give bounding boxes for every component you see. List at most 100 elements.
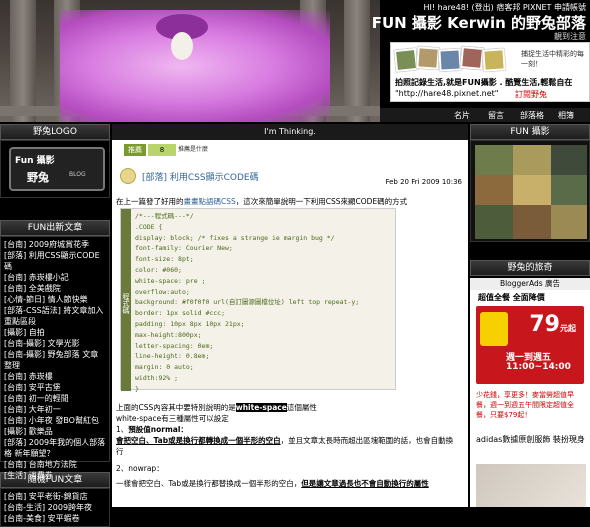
random-posts-list: [台南] 安平老街-錦貨店 [台南-生活] 2009跨年夜 [台南-美食] 安平蝦卷 bbox=[0, 488, 110, 527]
badge-slogan: 捕捉生活中精彩的每一刻！ bbox=[521, 50, 584, 68]
badge-thumbnails bbox=[393, 45, 515, 75]
ad-banner[interactable]: 79元起 週一到週五 11:00~14:00 bbox=[476, 306, 584, 384]
logo-section-title: 野兔LOGO bbox=[0, 124, 110, 140]
header: HI! hare48! (登出) 痞客邦 PIXNET 申請帳號 FUN 攝影 … bbox=[0, 0, 590, 122]
code-line: overflow:auto; bbox=[135, 287, 190, 296]
nav-guestbook[interactable]: 留言 bbox=[488, 110, 504, 121]
intro-text-post: ，這次來簡單說明一下利用CSS來顯CODE碼的方式 bbox=[235, 197, 408, 206]
new-post-link[interactable]: [台南] 初一的輕閒 bbox=[4, 393, 106, 404]
new-post-link[interactable]: [部落] 2009年我的個人部落格 新年願望？ bbox=[4, 437, 106, 459]
ad-text[interactable]: 少花錢，享更多！麥當勞超值早餐，週一到週五午間限定超值全餐，只要$79起！ bbox=[476, 390, 586, 420]
code-line: white-space: pre ; bbox=[135, 276, 206, 285]
header-banner-photo bbox=[0, 0, 380, 122]
code-line: display: block; /* fixes a strange ie ma… bbox=[135, 233, 335, 242]
new-post-link[interactable]: [台南] 安平古堡 bbox=[4, 382, 106, 393]
nav-blog[interactable]: 部落格 bbox=[520, 110, 544, 121]
code-line: margin: 0 auto; bbox=[135, 363, 194, 372]
body-line-3: 1、預設值normal： bbox=[116, 425, 188, 434]
body-line-5: 2、nowrap： bbox=[116, 464, 164, 473]
logo-box: Fun 攝影 野兔 BLOG bbox=[0, 140, 110, 198]
logo-blog-text: BLOG bbox=[69, 171, 86, 178]
new-post-link[interactable]: [部落-CSS語法] 將文章加入重點區段 bbox=[4, 305, 106, 327]
ad-box[interactable]: BloggerAds 廣告 超值全餐 全面降價 79元起 週一到週五 11:00… bbox=[470, 278, 590, 507]
code-line: line-height: 0.8em; bbox=[135, 352, 210, 361]
left-sidebar: 野兔LOGO Fun 攝影 野兔 BLOG FUN出新文章 [台南] 2009府… bbox=[0, 124, 110, 527]
new-post-link[interactable]: [台南] 2009府城賞花季 bbox=[4, 239, 106, 250]
ad2-title[interactable]: adidas數據原創服飾 裝扮現身 bbox=[476, 434, 586, 445]
ad-price: 79元起 bbox=[529, 312, 576, 337]
logo-fun-text: Fun 攝影 bbox=[15, 156, 55, 166]
random-post-link[interactable]: [台南] 安平老街-錦貨店 bbox=[4, 491, 106, 502]
body-line-4: 會把空白、Tab或是換行都轉換成一個半形的空白，並且文章太長時而超出區塊範圍的話… bbox=[116, 436, 454, 456]
ad-title[interactable]: 超值全餐 全面降價 bbox=[478, 292, 545, 303]
push-button[interactable]: 推薦 bbox=[124, 144, 146, 156]
code-line: border: 1px solid #ccc; bbox=[135, 309, 226, 318]
main-content: I'm Thinking. 推薦 8 推薦是什麼 [部落] 利用CSS顯示COD… bbox=[112, 124, 468, 507]
travel-title: 野兔的旅奇 bbox=[470, 260, 590, 276]
mcdonalds-badge bbox=[480, 312, 508, 346]
random-post-link[interactable]: [台南-美食] 安平蝦卷 bbox=[4, 513, 106, 524]
push-help-link[interactable]: 推薦是什麼 bbox=[178, 144, 208, 156]
badge-caption: 拍照記錄生活,就是FUN攝影 . 酷覽生活,輕鬆自在 bbox=[395, 78, 573, 87]
new-post-link[interactable]: [部落] 利用CSS顯示CODE碼 bbox=[4, 250, 106, 272]
code-line: .CODE { bbox=[135, 222, 163, 231]
code-lines: /*---程式碼---*/ .CODE { display: block; /* … bbox=[135, 211, 393, 395]
post-date: Feb 20 Fri 2009 10:36 bbox=[385, 178, 462, 186]
nav-card[interactable]: 名片 bbox=[454, 110, 470, 121]
subscribe-link[interactable]: 訂閱野兔 bbox=[515, 89, 547, 100]
new-post-link[interactable]: [攝影] 自拍 bbox=[4, 327, 106, 338]
post-title[interactable]: [部落] 利用CSS顯示CODE碼 bbox=[142, 170, 259, 183]
new-post-link[interactable]: [台南] 赤崁樓 bbox=[4, 371, 106, 382]
nav-album[interactable]: 相簿 bbox=[558, 110, 574, 121]
new-post-link[interactable]: [攝影] 歡樂品 bbox=[4, 426, 106, 437]
pixnet-badge[interactable]: 捕捉生活中精彩的每一刻！ 拍照記錄生活,就是FUN攝影 . 酷覽生活,輕鬆自在 … bbox=[390, 42, 590, 102]
code-line: width:92% ; bbox=[135, 373, 179, 382]
header-right: HI! hare48! (登出) 痞客邦 PIXNET 申請帳號 FUN 攝影 … bbox=[372, 0, 590, 107]
site-subtitle[interactable]: 靚到注意 bbox=[554, 31, 586, 42]
code-line: } bbox=[135, 384, 139, 393]
body-line-2: white-space有三種屬性可以設定 bbox=[116, 414, 229, 423]
post-category-icon bbox=[120, 168, 136, 184]
new-post-link[interactable]: [台南-攝影] 野兔部落 文章整理 bbox=[4, 349, 106, 371]
code-line: font-size: 8pt; bbox=[135, 255, 194, 264]
body-line-6: 一樣會把空白、Tab或是換行都替換成一個半形的空白，但是讓文章過長也不會自動換行… bbox=[116, 479, 429, 488]
new-post-link[interactable]: [台南-攝影] 文學光影 bbox=[4, 338, 106, 349]
new-post-link[interactable]: [台南] 小年夜 發BO幫紅包 bbox=[4, 415, 106, 426]
code-label: 程式碼 bbox=[121, 209, 131, 391]
code-line: padding: 10px 8px 10px 21px; bbox=[135, 319, 245, 328]
new-post-link[interactable]: [心情-節日] 情人節快樂 bbox=[4, 294, 106, 305]
new-post-link[interactable]: [台南] 台南地方法院 bbox=[4, 459, 106, 470]
code-line: /*---程式碼---*/ bbox=[135, 212, 194, 220]
fun-photo-slideshow[interactable] bbox=[470, 140, 590, 242]
right-sidebar: FUN 攝影 野兔的旅奇 BloggerAds 廣告 超值全餐 全面降價 79元… bbox=[470, 124, 590, 507]
code-block: 程式碼 /*---程式碼---*/ .CODE { display: block;… bbox=[120, 208, 396, 393]
body-line-1: 上面的CSS內容其中要特別說明的是white-space這個屬性 bbox=[116, 403, 317, 412]
ad-time: 11:00~14:00 bbox=[506, 362, 571, 372]
push-count: 8 bbox=[148, 144, 176, 156]
badge-url[interactable]: "http://hare48.pixnet.net" bbox=[395, 89, 498, 98]
code-line: font-family: Courier New; bbox=[135, 244, 233, 253]
new-post-link[interactable]: [台南] 全美戲院 bbox=[4, 283, 106, 294]
random-post-link[interactable]: [台南-生活] 2009跨年夜 bbox=[4, 502, 106, 513]
site-title[interactable]: FUN 攝影 Kerwin 的野兔部落 bbox=[372, 12, 586, 33]
new-posts-title: FUN出新文章 bbox=[0, 220, 110, 236]
content-header: I'm Thinking. bbox=[112, 124, 468, 140]
new-post-link[interactable]: [台南] 大年初一 bbox=[4, 404, 106, 415]
fun-photo-title: FUN 攝影 bbox=[470, 124, 590, 140]
intro-link[interactable]: 畫畫點語碼CSS bbox=[184, 197, 236, 206]
top-nav: 名片 留言 部落格 相簿 bbox=[380, 108, 590, 122]
intro-text-pre: 在上一篇發了好用的 bbox=[116, 197, 184, 206]
code-line: letter-spacing: 0em; bbox=[135, 341, 214, 350]
code-line: max-height:800px; bbox=[135, 330, 202, 339]
new-posts-list: [台南] 2009府城賞花季 [部落] 利用CSS顯示CODE碼 [台南] 赤崁樓小… bbox=[0, 236, 110, 480]
code-line: color: #060; bbox=[135, 265, 182, 274]
post-body: 上面的CSS內容其中要特別說明的是white-space這個屬性 white-s… bbox=[116, 402, 456, 489]
highlight-white-space: white-space bbox=[235, 403, 287, 412]
ad2-image[interactable] bbox=[476, 464, 586, 507]
post-intro: 在上一篇發了好用的畫畫點語碼CSS，這次來簡單說明一下利用CSS來顯CODE碼的… bbox=[116, 196, 407, 207]
logo-name-text: 野兔 bbox=[27, 171, 49, 184]
code-line: background: #f0f0f0 url(自訂圖源圖檔位址) left t… bbox=[135, 298, 360, 307]
new-post-link[interactable]: [台南] 赤崁樓小記 bbox=[4, 272, 106, 283]
ad-header: BloggerAds 廣告 bbox=[470, 278, 590, 290]
blog-logo[interactable]: Fun 攝影 野兔 BLOG bbox=[9, 147, 105, 191]
